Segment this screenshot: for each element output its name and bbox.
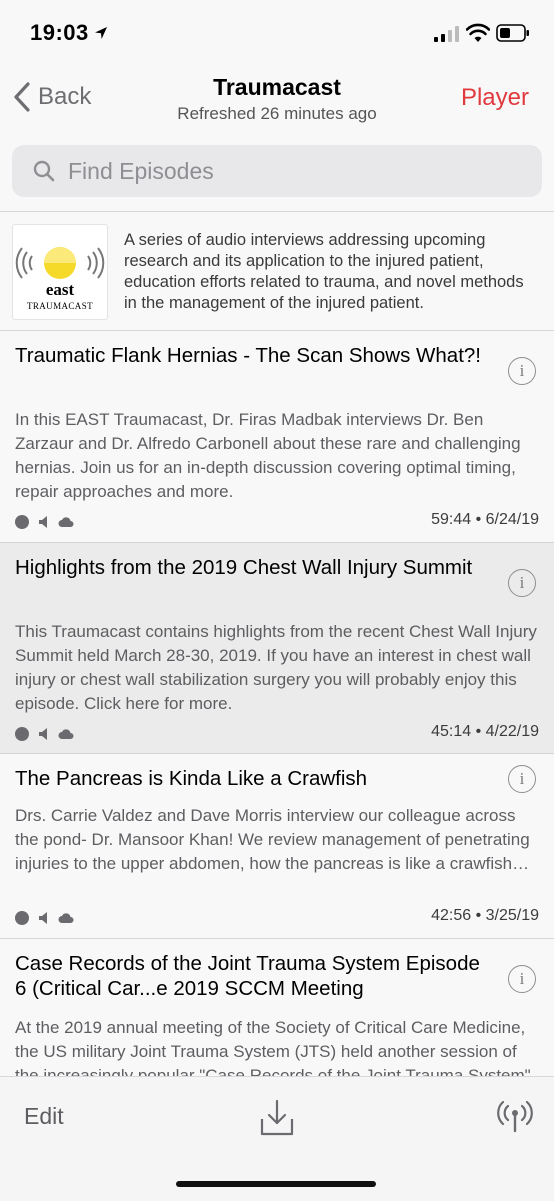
episode-row[interactable]: Case Records of the Joint Trauma System …	[0, 939, 554, 1076]
antenna-icon[interactable]	[497, 1101, 533, 1133]
search-icon	[33, 160, 55, 182]
episode-description: This Traumacast contains highlights from…	[15, 622, 537, 713]
episode-description: Drs. Carrie Valdez and Dave Morris inter…	[15, 806, 530, 873]
info-icon[interactable]: i	[508, 765, 536, 793]
episode-description: In this EAST Traumacast, Dr. Firas Madba…	[15, 410, 521, 501]
cloud-icon	[58, 729, 74, 739]
status-bar: 19:03	[0, 0, 554, 66]
artwork-brand: east	[45, 280, 75, 299]
episode-meta: 59:44 • 6/24/19	[15, 511, 539, 531]
episode-meta: 42:56 • 3/25/19	[15, 907, 539, 927]
status-time: 19:03	[30, 20, 89, 45]
speaker-icon	[39, 912, 47, 924]
episode-row[interactable]: Traumatic Flank Hernias - The Scan Shows…	[0, 331, 554, 541]
cloud-icon	[58, 913, 74, 923]
episode-row[interactable]: The Pancreas is Kinda Like a Crawfish i …	[0, 754, 554, 937]
podcast-artwork: east TRAUMACAST	[12, 224, 108, 320]
cloud-icon	[58, 517, 74, 527]
artwork-subtitle: TRAUMACAST	[26, 301, 93, 311]
episode-title: The Pancreas is Kinda Like a Crawfish	[15, 767, 368, 790]
navigation-bar: Back Traumacast Refreshed 26 minutes ago…	[0, 66, 554, 130]
player-button[interactable]: Player	[461, 84, 529, 112]
podcast-logo-icon	[15, 247, 105, 279]
episode-title: Case Records of the Joint Trauma System …	[15, 952, 480, 1000]
podcast-header[interactable]: east TRAUMACAST A series of audio interv…	[0, 212, 554, 330]
signal-strength-icon	[434, 26, 459, 42]
unplayed-dot-icon	[15, 911, 29, 925]
unplayed-dot-icon	[15, 515, 29, 529]
battery-icon	[496, 24, 529, 42]
location-arrow-icon	[95, 27, 107, 39]
home-indicator[interactable]	[176, 1181, 376, 1187]
edit-button[interactable]: Edit	[24, 1103, 64, 1130]
download-icon[interactable]	[260, 1099, 294, 1137]
podcast-description: A series of audio interviews addressing …	[124, 231, 524, 312]
unplayed-dot-icon	[15, 727, 29, 741]
episode-duration-date: 59:44 • 6/24/19	[431, 511, 539, 528]
episode-duration-date: 42:56 • 3/25/19	[431, 907, 539, 924]
episode-title: Highlights from the 2019 Chest Wall Inju…	[15, 556, 473, 579]
info-icon[interactable]: i	[508, 357, 536, 385]
episode-row[interactable]: Highlights from the 2019 Chest Wall Inju…	[0, 543, 554, 753]
info-icon[interactable]: i	[508, 569, 536, 597]
speaker-icon	[39, 516, 47, 528]
info-icon[interactable]: i	[508, 965, 536, 993]
episode-meta: 45:14 • 4/22/19	[15, 723, 539, 743]
episode-title: Traumatic Flank Hernias - The Scan Shows…	[15, 344, 481, 367]
episode-duration-date: 45:14 • 4/22/19	[431, 723, 539, 740]
search-bar[interactable]	[12, 145, 542, 197]
search-input[interactable]	[66, 156, 510, 186]
episode-description: At the 2019 annual meeting of the Societ…	[15, 1018, 536, 1076]
speaker-icon	[39, 728, 47, 740]
wifi-icon	[466, 23, 490, 42]
